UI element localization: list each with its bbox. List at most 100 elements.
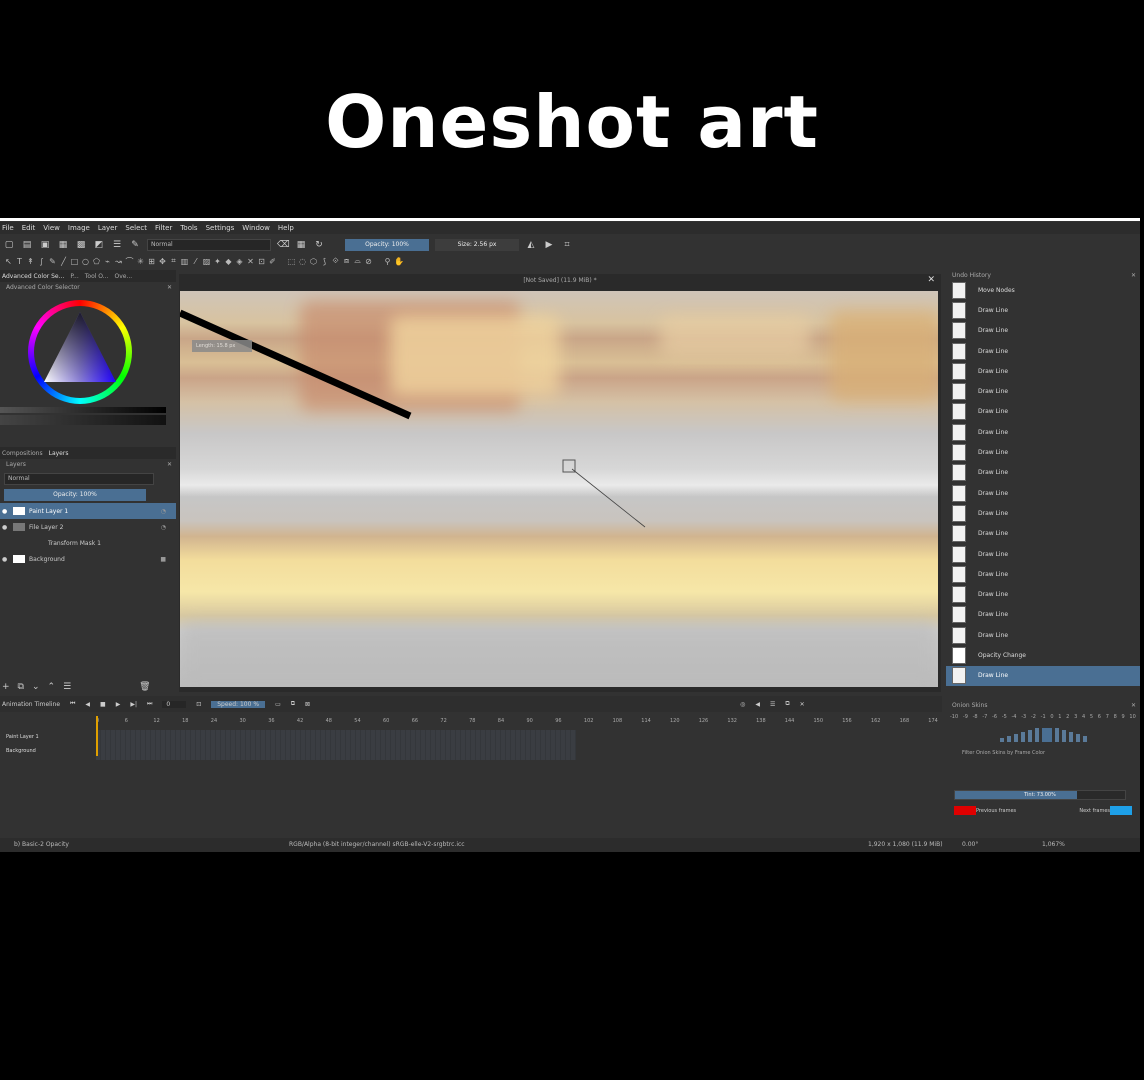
brush-preset-icon[interactable]: ☰ — [111, 239, 123, 251]
freehand-select-icon[interactable]: ⟆ — [320, 257, 329, 266]
move-down-icon[interactable]: ⌄ — [32, 682, 40, 692]
eye-icon[interactable]: ● — [2, 508, 9, 515]
next-frames-swatch[interactable] — [1110, 806, 1132, 815]
polyline-tool-icon[interactable]: ⌁ — [103, 257, 112, 266]
gradient-tool-icon[interactable]: ▥ — [180, 257, 189, 266]
similar-select-icon[interactable]: ⧈ — [342, 256, 351, 266]
menu-window[interactable]: Window — [242, 224, 270, 232]
history-item[interactable]: Draw Line — [946, 300, 1140, 320]
menu-file[interactable]: File — [2, 224, 14, 232]
close-icon[interactable]: ✕ — [1131, 702, 1136, 709]
layer-row[interactable]: ● Paint Layer 1 ◔ — [0, 503, 176, 519]
enclose-fill-icon[interactable]: ◈ — [235, 257, 244, 266]
layer-opacity-slider[interactable]: Opacity: 100% — [4, 489, 146, 501]
tab-layers[interactable]: Layers — [49, 450, 69, 457]
alpha-lock-icon[interactable]: ▦ — [295, 239, 307, 251]
close-icon[interactable]: ✕ — [1131, 272, 1136, 279]
tab-compositions[interactable]: Compositions — [2, 450, 43, 457]
history-item[interactable]: Draw Line — [946, 584, 1140, 604]
layer-row[interactable]: ● File Layer 2 ◔ — [0, 519, 176, 535]
menu-edit[interactable]: Edit — [22, 224, 36, 232]
tint-slider[interactable]: Tint: 73.00% — [954, 790, 1126, 800]
history-item[interactable]: Draw Line — [946, 605, 1140, 625]
move-tool-icon[interactable]: ✥ — [158, 257, 167, 266]
history-item[interactable]: Draw Line — [946, 402, 1140, 422]
layer-row[interactable]: ● Background ■ — [0, 551, 176, 567]
select-tool-icon[interactable]: ↖ — [4, 257, 13, 266]
history-item[interactable]: Draw Line — [946, 422, 1140, 442]
prev-frame-icon[interactable]: ◀ — [85, 701, 90, 708]
size-slider[interactable]: Size: 2.56 px — [435, 239, 519, 251]
zoom-status[interactable]: 1,067% — [1042, 838, 1065, 852]
close-icon[interactable]: ✕ — [167, 284, 172, 291]
tab-overview[interactable]: Ove... — [115, 273, 133, 280]
history-item[interactable]: Move Nodes — [946, 280, 1140, 300]
onion-opacity-bars[interactable] — [946, 722, 1140, 742]
delete-layer-icon[interactable]: 🗑 — [139, 682, 150, 692]
history-item[interactable]: Draw Line — [946, 503, 1140, 523]
lock-icon[interactable]: ◔ — [161, 524, 166, 531]
stop-icon[interactable]: ■ — [100, 701, 106, 708]
menu-settings[interactable]: Settings — [206, 224, 235, 232]
assistant-tool-icon[interactable]: ✕ — [246, 257, 255, 266]
zoom-tool-icon[interactable]: ⚲ — [383, 257, 392, 266]
last-frame-icon[interactable]: ⏭ — [147, 700, 152, 708]
rect-select-icon[interactable]: ⬚ — [287, 257, 296, 266]
multibrush-icon[interactable]: ✳ — [136, 257, 145, 266]
eye-icon[interactable]: ● — [2, 556, 9, 563]
frame-field[interactable]: 0 — [162, 700, 187, 708]
timeline-layer-row[interactable]: Paint Layer 1 — [0, 734, 96, 746]
close-icon[interactable]: ✕ — [800, 701, 805, 708]
measure-tool-icon[interactable]: ⊡ — [257, 257, 266, 266]
brush-icon[interactable]: ✎ — [129, 239, 141, 251]
color-sampler-icon[interactable]: ⁄ — [191, 257, 200, 266]
menu-filter[interactable]: Filter — [155, 224, 172, 232]
ellipse-tool-icon[interactable]: ○ — [81, 257, 90, 266]
history-item[interactable]: Draw Line — [946, 564, 1140, 584]
first-frame-icon[interactable]: ⏮ — [70, 700, 75, 708]
eraser-icon[interactable]: ⌫ — [277, 239, 290, 251]
blend-mode-select[interactable]: Normal — [147, 239, 271, 251]
move-up-icon[interactable]: ⌃ — [48, 682, 56, 692]
playhead[interactable] — [96, 716, 98, 756]
calligraphy-icon[interactable]: ∫ — [37, 257, 46, 266]
menu-layer[interactable]: Layer — [98, 224, 118, 232]
history-item[interactable]: Draw Line — [946, 665, 1140, 686]
tab-palette[interactable]: P... — [70, 273, 78, 280]
eye-icon[interactable]: ● — [2, 524, 9, 531]
close-icon[interactable]: ✕ — [927, 275, 935, 285]
history-item[interactable]: Draw Line — [946, 442, 1140, 462]
history-item[interactable]: Draw Line — [946, 321, 1140, 341]
fill-tool-icon[interactable]: ◆ — [224, 257, 233, 266]
play-icon[interactable]: ▶ — [116, 701, 121, 708]
mirror-horizontal-icon[interactable]: ◭ — [525, 239, 537, 251]
reload-icon[interactable]: ↻ — [313, 239, 325, 251]
open-icon[interactable]: ▤ — [21, 239, 33, 251]
drop-frames-icon[interactable]: ⊡ — [196, 701, 201, 708]
history-item[interactable]: Opacity Change — [946, 645, 1140, 665]
add-layer-icon[interactable]: + — [2, 682, 10, 692]
crop-icon[interactable]: ⌗ — [561, 239, 573, 251]
timeline-frames[interactable] — [96, 730, 576, 760]
history-item[interactable]: Draw Line — [946, 483, 1140, 503]
close-icon[interactable]: ✕ — [167, 461, 172, 468]
bezier-tool-icon[interactable]: ↝ — [114, 257, 123, 266]
audio-icon[interactable]: ◀ — [755, 701, 760, 708]
line-tool-icon[interactable]: ╱ — [59, 257, 68, 266]
history-item[interactable]: Draw Line — [946, 463, 1140, 483]
canvas[interactable]: Length: 15.8 px — [180, 291, 938, 687]
smart-patch-icon[interactable]: ✦ — [213, 257, 222, 266]
ellipse-select-icon[interactable]: ◌ — [298, 257, 307, 266]
onion-skin-icon[interactable]: ◎ — [740, 701, 745, 708]
layer-row[interactable]: Transform Mask 1 — [0, 535, 176, 551]
history-item[interactable]: Draw Line — [946, 341, 1140, 361]
magnetic-select-icon[interactable]: ⊘ — [364, 257, 373, 266]
saturation-triangle[interactable] — [40, 308, 120, 398]
crop-tool-icon[interactable]: ⌗ — [169, 256, 178, 266]
contiguous-select-icon[interactable]: ⟐ — [331, 256, 340, 266]
history-item[interactable]: Draw Line — [946, 361, 1140, 381]
settings-menu-icon[interactable]: ☰ — [770, 701, 775, 708]
tab-advanced-color-selector[interactable]: Advanced Color Se... — [2, 273, 64, 280]
add-frame-icon[interactable]: ▭ — [275, 701, 281, 708]
tab-tool-options[interactable]: Tool O... — [85, 273, 109, 280]
